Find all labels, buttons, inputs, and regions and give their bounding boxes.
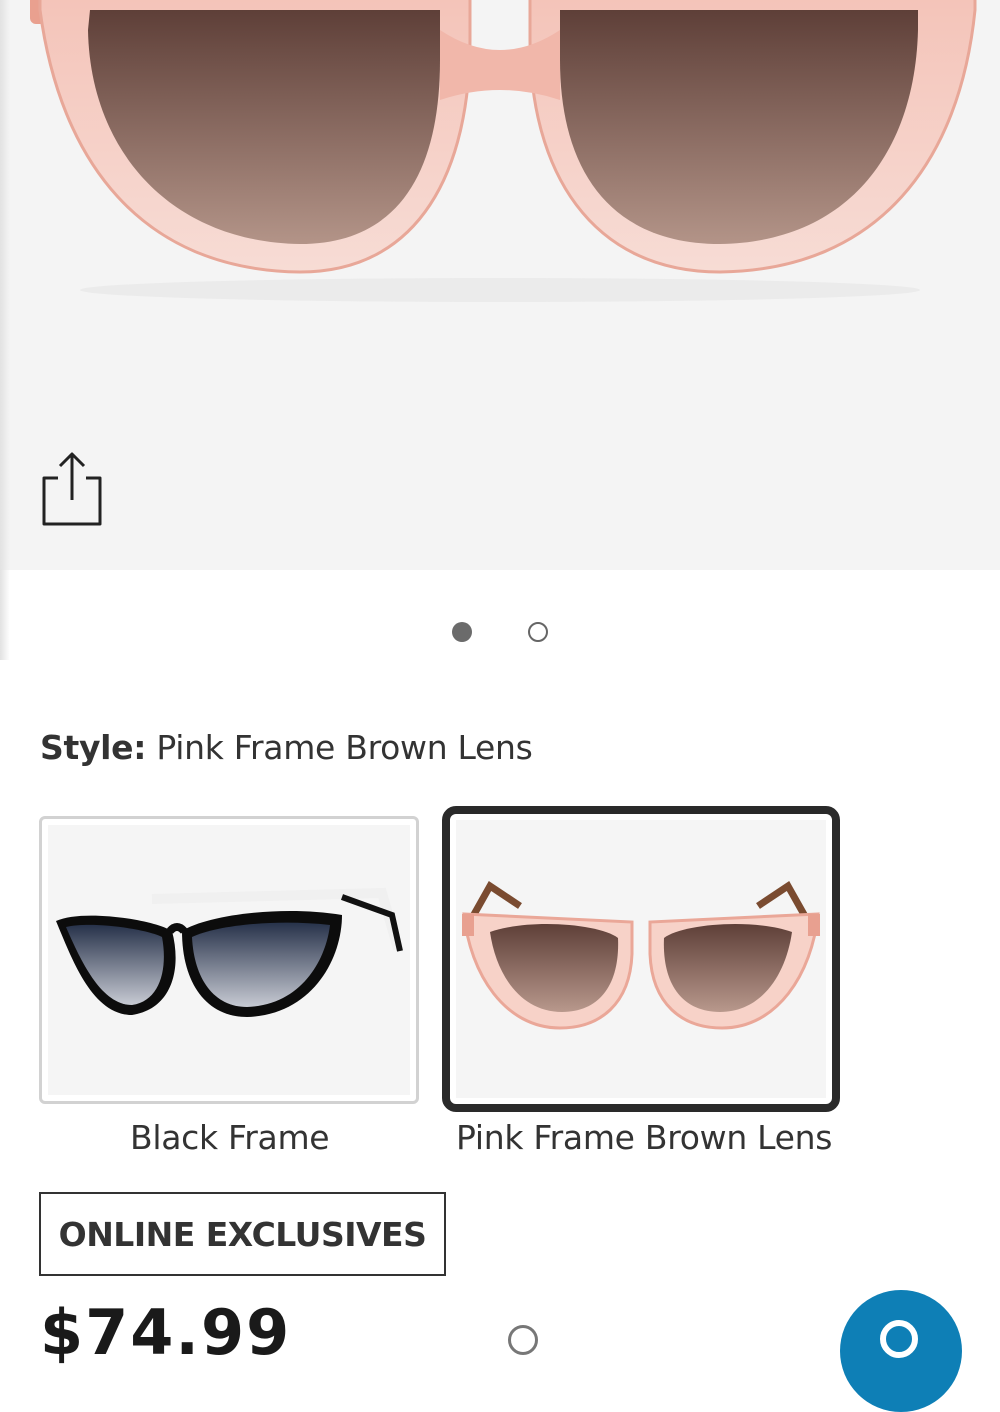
style-label: Style: — [40, 728, 147, 767]
info-icon[interactable] — [508, 1325, 538, 1355]
online-exclusives-badge: ONLINE EXCLUSIVES — [39, 1192, 446, 1276]
style-selection: Style: Pink Frame Brown Lens — [40, 728, 533, 767]
swatch-pink-frame-brown-lens[interactable] — [442, 806, 840, 1112]
swatch-black-frame[interactable] — [39, 816, 419, 1104]
swatch-label-pink-frame-brown-lens[interactable]: Pink Frame Brown Lens — [456, 1118, 832, 1157]
sunglasses-image — [30, 0, 977, 302]
style-value: Pink Frame Brown Lens — [156, 728, 533, 767]
swatch-label-black-frame[interactable]: Black Frame — [130, 1118, 330, 1157]
chat-button[interactable] — [840, 1290, 962, 1412]
hero-edge-shadow — [0, 0, 10, 660]
share-button[interactable] — [38, 448, 104, 528]
chat-icon — [880, 1320, 918, 1358]
pink-sunglasses-image — [462, 880, 820, 1030]
carousel-dot-active[interactable] — [452, 622, 472, 642]
badge-label: ONLINE EXCLUSIVES — [58, 1214, 427, 1254]
black-sunglasses-image — [56, 887, 403, 1017]
share-icon — [42, 452, 102, 526]
carousel-dot[interactable] — [528, 622, 548, 642]
carousel-indicator — [0, 620, 1000, 644]
product-hero-image[interactable] — [0, 0, 1000, 570]
